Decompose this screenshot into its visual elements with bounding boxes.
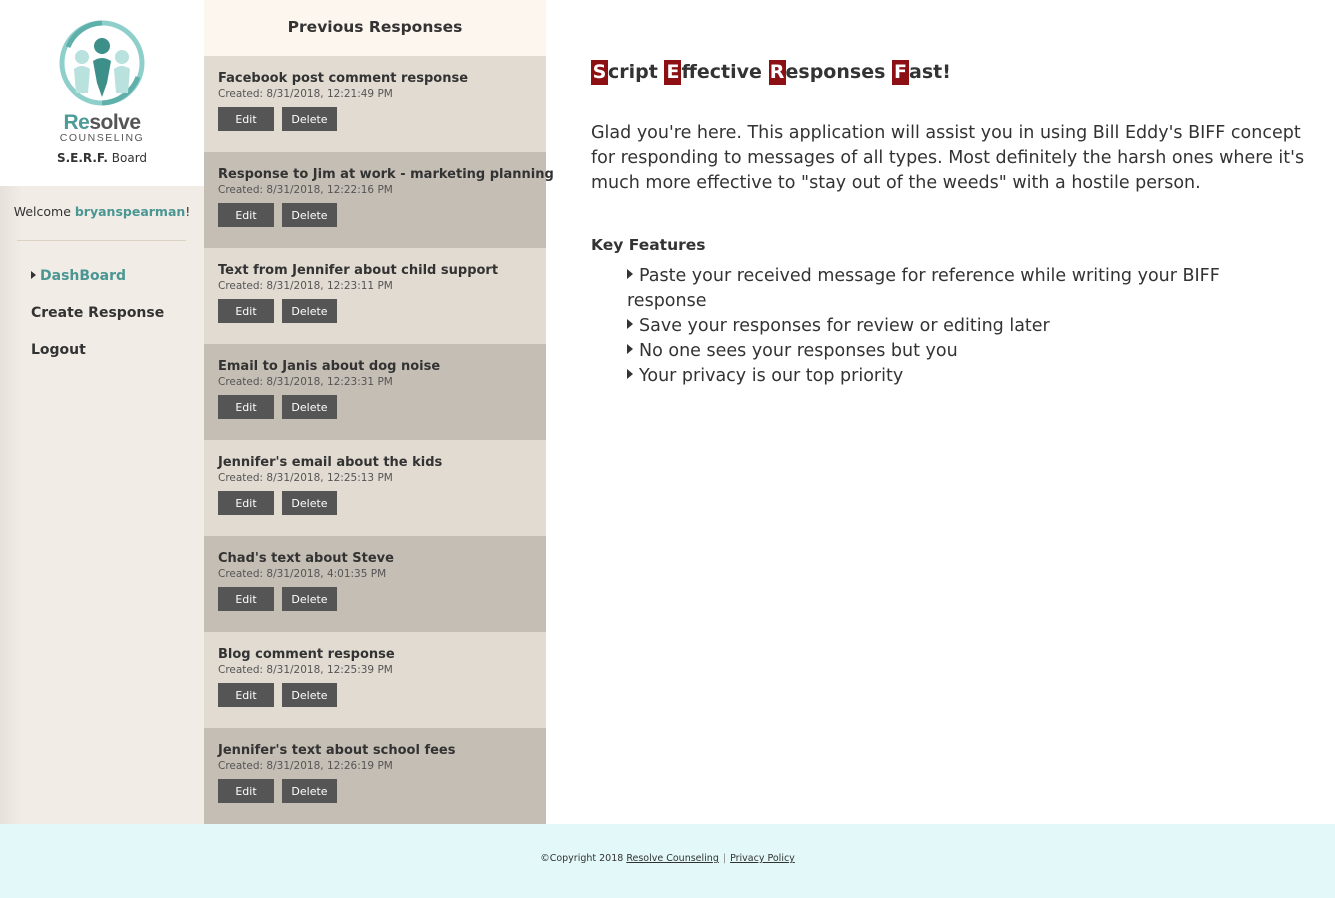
response-title: Facebook post comment response [218,71,469,86]
caret-right-icon [627,319,633,329]
headline-word-effective: ffective [681,61,762,83]
response-created: Created: 8/31/2018, 12:21:49 PM [218,88,393,100]
feature-item: No one sees your responses but you [627,339,1247,364]
caret-right-icon [627,369,633,379]
headline-word-fast: ast! [909,61,951,83]
delete-button[interactable]: Delete [282,395,337,419]
footer-company-link[interactable]: Resolve Counseling [626,853,719,864]
response-title: Email to Janis about dog noise [218,359,441,374]
headline-word-script: cript [608,61,658,83]
welcome-suffix: ! [185,204,191,219]
nav-dashboard-label: DashBoard [40,268,127,284]
footer-separator: | [722,853,727,864]
board-label-bold: S.E.R.F. [56,151,108,165]
key-features-title: Key Features [591,236,706,254]
headline-cap-e: E [664,60,682,85]
response-created: Created: 8/31/2018, 12:25:13 PM [218,472,393,484]
brand-name-accent: Re [63,111,90,134]
welcome-username: bryanspearman [74,204,186,219]
sidebar: Resolve COUNSELING S.E.R.F. Board Welcom… [0,0,204,824]
edit-button[interactable]: Edit [218,491,274,515]
sidebar-divider [17,240,186,241]
caret-right-icon [627,344,633,354]
welcome-prefix: Welcome [13,204,75,219]
delete-button[interactable]: Delete [282,779,337,803]
response-title: Chad's text about Steve [218,551,394,566]
response-item: Response to Jim at work - marketing plan… [204,152,554,248]
caret-right-icon [627,269,633,279]
main-content: Script Effective Responses Fast! Glad yo… [591,60,1311,389]
feature-item: Your privacy is our top priority [627,364,1247,389]
response-title: Response to Jim at work - marketing plan… [218,167,554,182]
delete-button[interactable]: Delete [282,107,337,131]
edit-button[interactable]: Edit [218,299,274,323]
previous-responses-panel: Previous Responses Facebook post comment… [204,0,554,824]
caret-right-icon [31,271,36,279]
edit-button[interactable]: Edit [218,107,274,131]
delete-button[interactable]: Delete [282,203,337,227]
response-created: Created: 8/31/2018, 12:22:16 PM [218,184,393,196]
brand-subtitle: COUNSELING [59,132,145,144]
response-item: Jennifer's email about the kids Created:… [204,440,546,536]
response-item: Email to Janis about dog noise Created: … [204,344,546,440]
response-item: Jennifer's text about school fees Create… [204,728,546,824]
response-created: Created: 8/31/2018, 4:01:35 PM [218,568,387,580]
headline-cap-s: S [591,60,608,85]
previous-responses-title: Previous Responses [204,0,546,56]
resolve-logo-icon[interactable] [58,17,146,109]
nav-logout[interactable]: Logout [31,342,164,379]
delete-button[interactable]: Delete [282,299,337,323]
response-created: Created: 8/31/2018, 12:23:11 PM [218,280,393,292]
response-created: Created: 8/31/2018, 12:26:19 PM [218,760,393,772]
response-item: Text from Jennifer about child support C… [204,248,546,344]
edit-button[interactable]: Edit [218,203,274,227]
sidebar-nav: DashBoard Create Response Logout [31,268,164,379]
nav-create-response[interactable]: Create Response [31,305,164,342]
headline-cap-r: R [768,60,786,85]
brand-name-rest: solve [89,111,141,134]
footer: ©Copyright 2018 Resolve Counseling | Priva… [0,824,1335,898]
response-title: Jennifer's email about the kids [218,455,443,470]
feature-item: Save your responses for review or editin… [627,314,1247,339]
response-created: Created: 8/31/2018, 12:23:31 PM [218,376,393,388]
response-item: Chad's text about Steve Created: 8/31/20… [204,536,546,632]
edit-button[interactable]: Edit [218,395,274,419]
key-features-list: Paste your received message for referenc… [627,264,1247,389]
welcome-message: Welcome bryanspearman! [0,204,204,219]
footer-privacy-link[interactable]: Privacy Policy [730,853,795,864]
headline-cap-f: F [892,60,910,85]
feature-text: Paste your received message for referenc… [627,266,1220,311]
delete-button[interactable]: Delete [282,491,337,515]
response-title: Blog comment response [218,647,395,662]
edit-button[interactable]: Edit [218,587,274,611]
edit-button[interactable]: Edit [218,779,274,803]
delete-button[interactable]: Delete [282,587,337,611]
headline-word-responses: esponses [785,61,886,83]
nav-dashboard[interactable]: DashBoard [31,268,164,305]
feature-item: Paste your received message for referenc… [627,264,1247,314]
response-item: Facebook post comment response Created: … [204,56,546,152]
intro-paragraph: Glad you're here. This application will … [591,123,1305,193]
delete-button[interactable]: Delete [282,683,337,707]
feature-text: Your privacy is our top priority [639,366,904,386]
brand-block: Resolve COUNSELING S.E.R.F. Board [0,0,204,186]
page-headline: Script Effective Responses Fast! [591,60,1311,85]
edit-button[interactable]: Edit [218,683,274,707]
response-title: Text from Jennifer about child support [218,263,499,278]
board-label-rest: Board [111,151,148,165]
response-title: Jennifer's text about school fees [218,743,456,758]
response-item: Blog comment response Created: 8/31/2018… [204,632,546,728]
response-created: Created: 8/31/2018, 12:25:39 PM [218,664,393,676]
feature-text: No one sees your responses but you [639,341,958,361]
board-label: S.E.R.F. Board [0,151,204,165]
copyright-text: ©Copyright 2018 [540,853,627,864]
feature-text: Save your responses for review or editin… [639,316,1050,336]
